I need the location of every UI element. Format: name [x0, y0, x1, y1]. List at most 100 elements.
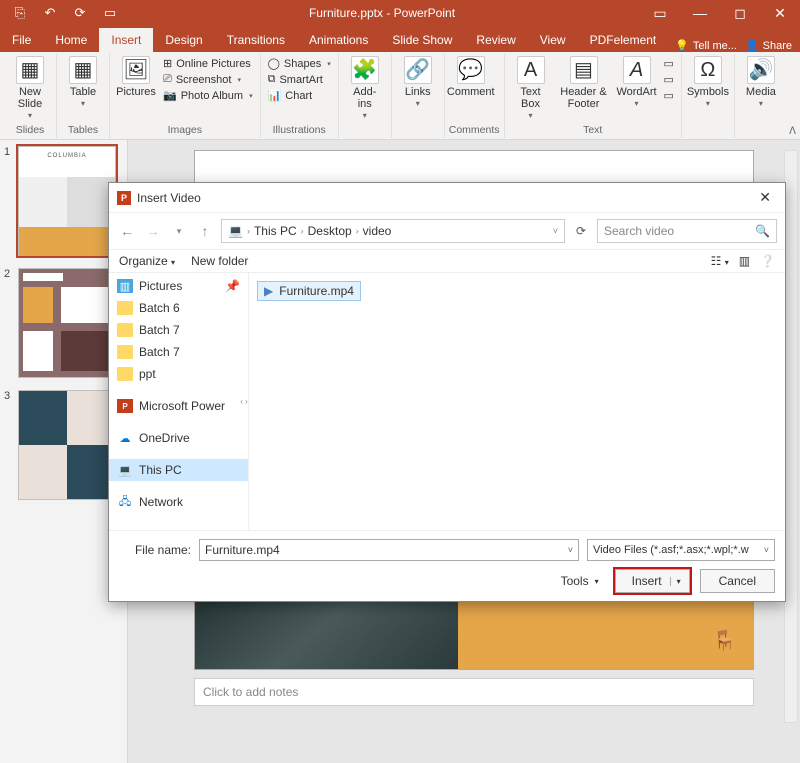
slide-thumbnail[interactable]: 1 COLUMBIA	[4, 146, 123, 256]
tab-pdfelement[interactable]: PDFelement	[578, 28, 669, 52]
tab-file[interactable]: File	[0, 28, 43, 52]
minimize-icon[interactable]: —	[680, 0, 720, 26]
ribbon-group-illustrations: ◯Shapes▾ ⧉SmartArt 📊Chart Illustrations	[261, 54, 339, 138]
thumbnail-preview[interactable]	[18, 390, 116, 500]
tab-insert[interactable]: Insert	[99, 28, 153, 52]
refresh-icon[interactable]: ⟳	[571, 224, 591, 238]
sidebar-item-folder[interactable]: Batch 7	[109, 319, 248, 341]
ribbon-group-label: Slides	[8, 124, 52, 138]
collapse-ribbon-icon[interactable]: ᐱ	[789, 126, 796, 137]
shapes-button[interactable]: ◯Shapes▾	[265, 56, 334, 71]
thumbnail-preview[interactable]: COLUMBIA	[18, 146, 116, 256]
text-extra-button[interactable]: ▭	[661, 88, 677, 103]
tab-view[interactable]: View	[528, 28, 578, 52]
forward-icon[interactable]: →	[143, 223, 163, 239]
text-extra-button[interactable]: ▭	[661, 72, 677, 87]
back-icon[interactable]: ←	[117, 223, 137, 239]
sidebar-item-thispc[interactable]: 💻This PC	[109, 459, 248, 481]
recent-locations-icon[interactable]: ▾	[169, 226, 189, 237]
sidebar-item-pictures[interactable]: ▥Pictures📌	[109, 275, 248, 297]
tab-review[interactable]: Review	[464, 28, 527, 52]
vertical-scrollbar[interactable]	[784, 150, 798, 723]
chevron-down-icon[interactable]: ˅	[568, 545, 573, 555]
screenshot-icon: ⎚	[163, 73, 172, 86]
tab-animations[interactable]: Animations	[297, 28, 380, 52]
view-mode-button[interactable]: ☷ ▾	[711, 254, 729, 268]
splitter-handle[interactable]: ‹ ›	[240, 273, 248, 530]
maximize-icon[interactable]: ◻	[720, 0, 760, 26]
breadcrumb-part[interactable]: video	[363, 224, 392, 238]
save-icon[interactable]: ⎘	[6, 2, 34, 24]
tools-button[interactable]: Tools▾	[555, 571, 605, 591]
insert-button[interactable]: Insert ▾	[615, 569, 690, 593]
screenshot-button[interactable]: ⎚Screenshot▾	[160, 72, 256, 87]
chevron-down-icon: ▾	[595, 577, 599, 586]
title-bar: ⎘ ↶ ⟳ ▭ Furniture.pptx - PowerPoint ▭ — …	[0, 0, 800, 26]
filetype-select[interactable]: Video Files (*.asf;*.asx;*.wpl;*.w ˅	[587, 539, 775, 561]
powerpoint-icon: P	[117, 399, 133, 413]
text-extra-button[interactable]: ▭	[661, 56, 677, 71]
search-input[interactable]: Search video 🔍	[597, 219, 777, 243]
dialog-footer: File name: Furniture.mp4 ˅ Video Files (…	[109, 530, 785, 601]
up-icon[interactable]: ↑	[195, 223, 215, 239]
redo-icon[interactable]: ⟳	[66, 2, 94, 24]
media-button[interactable]: 🔊Media▾	[739, 54, 783, 111]
file-list[interactable]: ▶ Furniture.mp4	[249, 273, 785, 530]
addins-button[interactable]: 🧩Add-ins▾	[343, 54, 387, 123]
wordart-button[interactable]: AWordArt▾	[615, 54, 659, 111]
folder-icon	[117, 367, 133, 381]
menu-bar: File Home Insert Design Transitions Anim…	[0, 26, 800, 52]
chart-button[interactable]: 📊Chart	[265, 88, 334, 103]
sidebar-item-onedrive[interactable]: ☁OneDrive	[109, 427, 248, 449]
sidebar-item-label: Microsoft Power	[139, 399, 225, 413]
start-from-beginning-icon[interactable]: ▭	[96, 2, 124, 24]
breadcrumb[interactable]: 💻 › This PC › Desktop › video ˅	[221, 219, 565, 243]
pictures-button[interactable]: 🖼 Pictures	[114, 54, 158, 100]
symbols-button[interactable]: ΩSymbols▾	[686, 54, 730, 111]
undo-icon[interactable]: ↶	[36, 2, 64, 24]
links-button[interactable]: 🔗Links▾	[396, 54, 440, 111]
chevron-down-icon: ▾	[363, 112, 367, 121]
notes-pane[interactable]: Click to add notes	[194, 678, 754, 706]
filename-input[interactable]: Furniture.mp4 ˅	[199, 539, 579, 561]
table-button[interactable]: ▦ Table ▾	[61, 54, 105, 111]
media-label: Media	[746, 86, 776, 98]
photo-album-button[interactable]: 📷Photo Album▾	[160, 88, 256, 103]
header-footer-button[interactable]: ▤Header & Footer	[555, 54, 613, 112]
smartart-button[interactable]: ⧉SmartArt	[265, 72, 334, 87]
online-pictures-button[interactable]: ⊞Online Pictures	[160, 56, 256, 71]
breadcrumb-part[interactable]: This PC	[254, 224, 297, 238]
ribbon-group-label: Images	[114, 124, 256, 138]
tab-slideshow[interactable]: Slide Show	[380, 28, 464, 52]
sidebar-item-network[interactable]: 🖧Network	[109, 491, 248, 513]
textbox-button[interactable]: AText Box▾	[509, 54, 553, 123]
breadcrumb-part[interactable]: Desktop	[308, 224, 352, 238]
close-icon[interactable]: ✕	[753, 187, 777, 208]
tab-design[interactable]: Design	[153, 28, 214, 52]
sidebar-item-powerpoint[interactable]: P Microsoft Power	[109, 395, 248, 417]
share-button[interactable]: 👤 Share	[745, 39, 792, 52]
sidebar-item-folder[interactable]: Batch 7	[109, 341, 248, 363]
cancel-button[interactable]: Cancel	[700, 569, 775, 593]
pictures-icon: 🖼	[122, 56, 150, 84]
slide-thumbnail[interactable]: 3	[4, 390, 123, 500]
ribbon-display-options-icon[interactable]: ▭	[640, 0, 680, 26]
tell-me-search[interactable]: 💡 Tell me...	[675, 39, 737, 52]
organize-button[interactable]: Organize ▾	[119, 254, 175, 268]
sidebar-item-folder[interactable]: Batch 6	[109, 297, 248, 319]
sidebar-item-folder[interactable]: ppt	[109, 363, 248, 385]
new-folder-button[interactable]: New folder	[191, 254, 248, 268]
preview-pane-button[interactable]: ▥	[739, 254, 750, 268]
comment-button[interactable]: 💬Comment	[449, 54, 493, 100]
file-item[interactable]: ▶ Furniture.mp4	[257, 281, 361, 301]
thumbnail-preview[interactable]	[18, 268, 116, 378]
close-icon[interactable]: ✕	[760, 0, 800, 26]
search-placeholder: Search video	[604, 224, 674, 238]
tab-transitions[interactable]: Transitions	[215, 28, 297, 52]
help-icon[interactable]: ❔	[760, 254, 775, 268]
insert-dropdown-icon[interactable]: ▾	[670, 577, 681, 586]
chevron-down-icon[interactable]: ˅	[553, 226, 558, 236]
new-slide-button[interactable]: ▦ New Slide ▾	[8, 54, 52, 123]
slide-thumbnail[interactable]: 2	[4, 268, 123, 378]
tab-home[interactable]: Home	[43, 28, 99, 52]
